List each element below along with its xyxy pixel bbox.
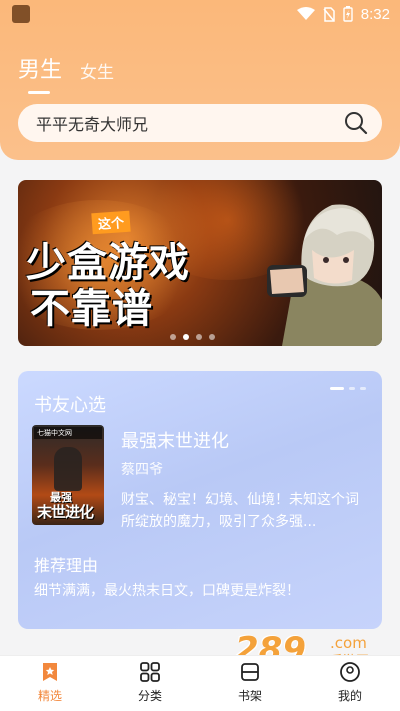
- nav-bookshelf[interactable]: 书架: [200, 656, 300, 711]
- book-author: 蔡四爷: [121, 462, 163, 478]
- nav-profile-label: 我的: [337, 689, 362, 703]
- book-description: 财宝、秘宝！幻境、仙境！未知这个词所绽放的魔力，吸引了众多强...: [121, 492, 359, 530]
- search-bar[interactable]: 平平无奇大师兄: [18, 104, 382, 142]
- cover-title-bottom: 末世进化: [37, 503, 94, 521]
- cover-publisher-badge: 七猫中文网: [34, 427, 102, 439]
- picks-card: 书友心选 七猫中文网 最强 末世进化 最强末世进化 蔡四爷 财宝、秘宝！幻境、仙…: [18, 371, 382, 629]
- bottom-nav: 精选 分类 书架 我的: [0, 655, 400, 711]
- nav-category[interactable]: 分类: [100, 656, 200, 711]
- book-title[interactable]: 最强末世进化: [121, 427, 229, 453]
- nav-category-label: 分类: [137, 689, 162, 703]
- banner-title-line2: 不靠谱: [30, 286, 153, 332]
- status-time: 8:32: [360, 5, 390, 23]
- nav-profile[interactable]: 我的: [300, 656, 400, 711]
- bookmark-star-icon: [43, 663, 57, 681]
- search-text: 平平无奇大师兄: [36, 115, 149, 134]
- no-sim-icon: [323, 6, 335, 22]
- wifi-icon: [296, 7, 315, 20]
- app-notification-icon: [12, 5, 30, 23]
- profile-icon: [340, 662, 360, 682]
- search-icon[interactable]: [344, 111, 368, 135]
- reason-title: 推荐理由: [34, 556, 99, 575]
- anime-character-image: [267, 204, 382, 346]
- status-bar: 8:32: [0, 0, 400, 28]
- nav-featured-label: 精选: [37, 689, 62, 703]
- nav-featured[interactable]: 精选: [0, 656, 100, 711]
- nav-bookshelf-label: 书架: [237, 689, 262, 703]
- battery-charging-icon: [343, 6, 353, 22]
- banner-pagination: [170, 334, 215, 340]
- reason-text: 细节满满，最火热末日文，口碑更是炸裂！: [34, 583, 300, 599]
- picks-title: 书友心选: [34, 395, 106, 416]
- picks-pagination: [330, 387, 366, 390]
- bookshelf-icon: [241, 663, 259, 681]
- grid-icon: [140, 662, 160, 682]
- gender-tabs: 男生 女生: [18, 52, 114, 94]
- book-cover[interactable]: 七猫中文网 最强 末世进化: [32, 425, 104, 525]
- tab-male[interactable]: 男生: [18, 52, 62, 94]
- promo-banner[interactable]: 这个 少盒游戏 不靠谱: [18, 180, 382, 346]
- tab-female[interactable]: 女生: [80, 58, 114, 84]
